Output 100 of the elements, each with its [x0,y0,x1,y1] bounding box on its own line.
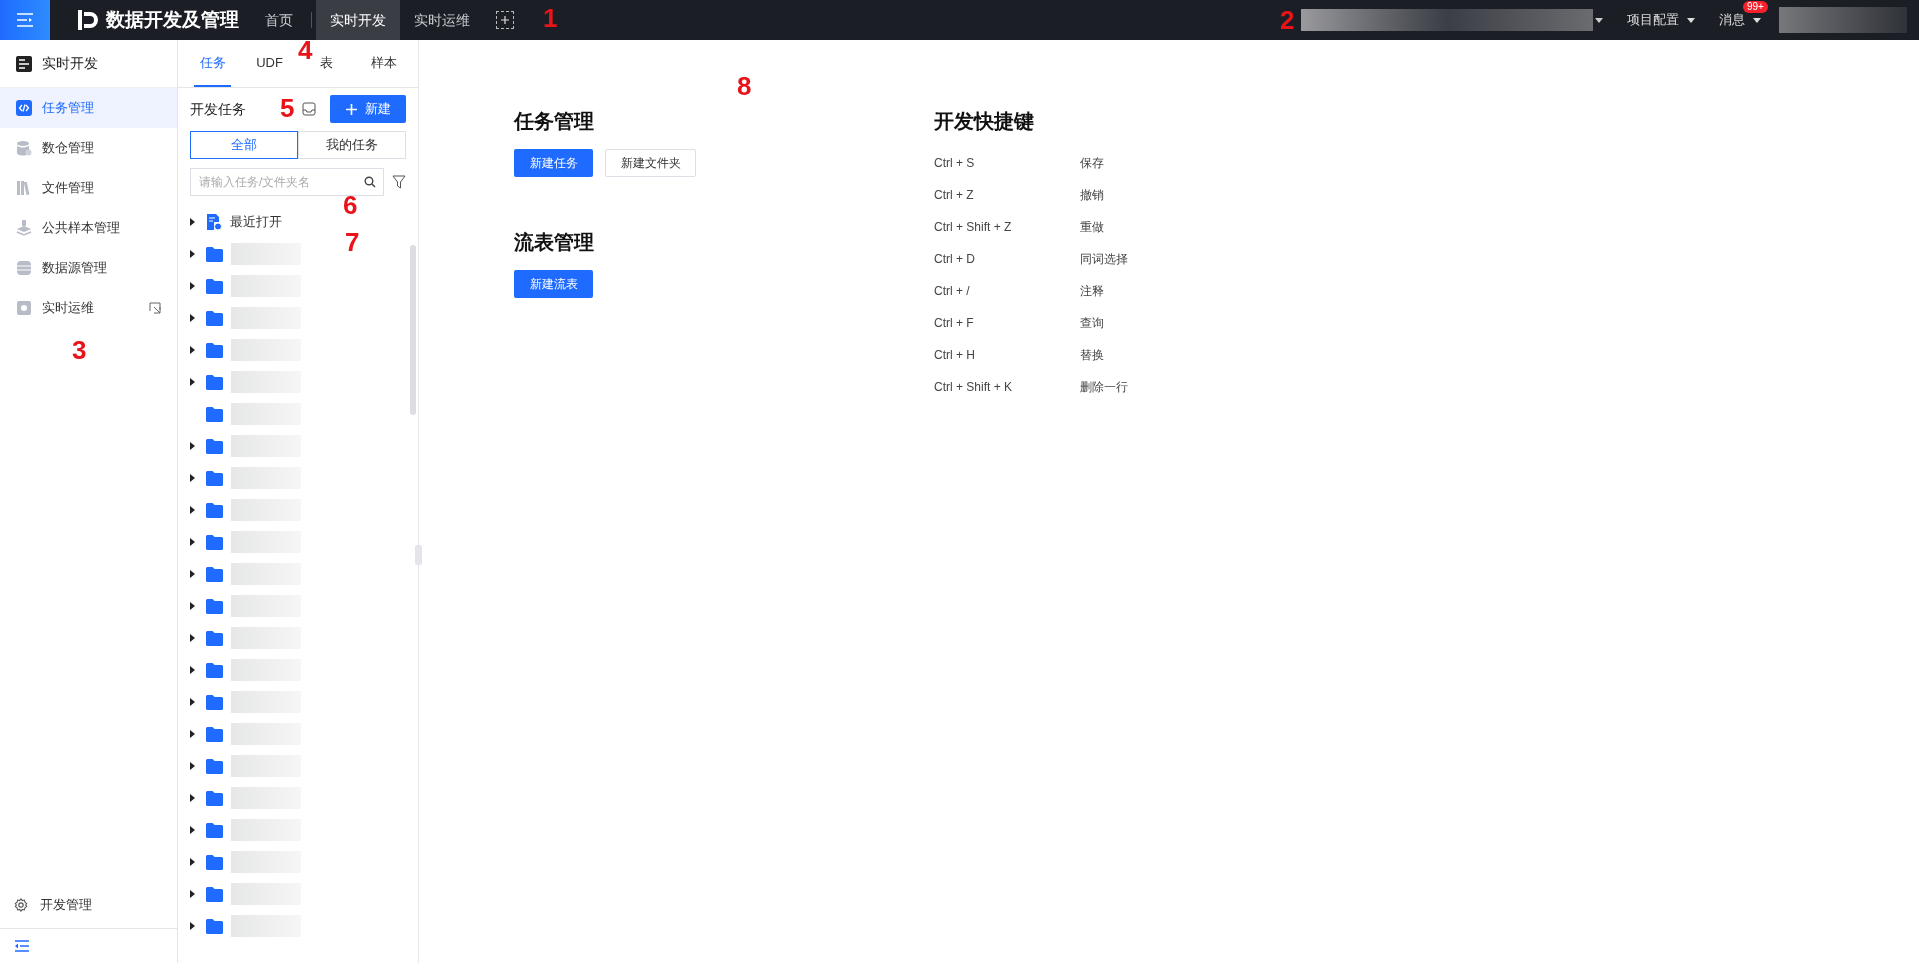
shortcut-keys: Ctrl + / [934,282,1080,300]
shortcut-keys: Ctrl + Shift + Z [934,218,1080,236]
redacted-block [231,499,301,521]
monitor-icon [16,300,32,316]
folder-icon [206,374,223,390]
inbox-icon[interactable] [302,102,316,116]
scope-toggle[interactable]: 全部 [190,131,298,159]
action-button[interactable]: 新建流表 [514,270,593,298]
panel-tab[interactable]: 样本 [365,40,402,87]
folder-icon [206,854,223,870]
redacted-block [231,435,301,457]
database-icon [16,260,32,276]
redacted-block [231,371,301,393]
nav-tab[interactable]: 实时运维 [400,0,484,40]
project-config-menu[interactable]: 项目配置 [1627,10,1695,30]
annotation-number: 8 [737,70,752,102]
notification-badge: 99+ [1743,1,1768,13]
caret-icon [1753,17,1761,23]
folder-icon [206,246,223,262]
messages-menu[interactable]: 消息 [1719,13,1761,27]
shortcut-keys: Ctrl + Z [934,186,1080,204]
annotation-number: 3 [72,334,87,366]
sidebar-item[interactable]: 实时运维 [0,288,177,328]
sidebar-item[interactable]: 数仓管理 [0,128,177,168]
add-tab-button[interactable] [496,11,514,29]
menu-button[interactable] [0,0,50,40]
folder-icon [206,918,223,934]
redacted-block [231,723,301,745]
folder-icon [206,822,223,838]
settings-icon [14,897,28,912]
annotation-number: 5 [280,92,295,124]
action-button[interactable]: 新建文件夹 [605,149,696,177]
folder-icon [206,758,223,774]
new-button[interactable]: 新建 [330,95,406,123]
redacted-block [231,851,301,873]
redacted-block [231,595,301,617]
sidebar-item[interactable]: 开发管理 [0,881,177,929]
shortcut-keys: Ctrl + D [934,250,1080,268]
redacted-block [231,691,301,713]
folder-icon [206,726,223,742]
sidebar-title: 实时开发 [42,54,98,73]
redacted-block [231,531,301,553]
folder-icon [206,566,223,582]
sidebar-item[interactable]: 任务管理 [0,88,177,128]
shortcut-keys: Ctrl + Shift + K [934,378,1080,396]
redacted-block [231,883,301,905]
shortcut-action: 重做 [1080,219,1104,236]
shortcut-action: 保存 [1080,155,1104,172]
folder-icon [206,534,223,550]
shortcut-keys: Ctrl + S [934,154,1080,172]
collapse-icon [14,940,30,952]
filter-icon[interactable] [392,175,406,189]
sidebar-item[interactable]: 公共样本管理 [0,208,177,248]
annotation-number: 7 [345,226,360,258]
folder-icon [206,342,223,358]
annotation-number: 1 [543,2,558,34]
redacted-block [231,627,301,649]
redacted-block [231,819,301,841]
caret-icon [1687,17,1695,23]
folder-icon [206,790,223,806]
menu-icon [16,13,34,27]
document-icon [206,213,222,231]
app-title: 数据开发及管理 [106,7,239,32]
search-field[interactable]: 请输入任务/文件夹名 [190,168,384,196]
section-heading: 流表管理 [514,230,595,255]
scope-toggle[interactable]: 我的任务 [298,131,406,159]
redacted-block [231,787,301,809]
sidebar-item[interactable]: 文件管理 [0,168,177,208]
books-icon [16,180,32,196]
shortcut-keys: Ctrl + F [934,314,1080,332]
action-button[interactable]: 新建任务 [514,149,593,177]
plus-icon [345,103,357,115]
shortcut-action: 注释 [1080,283,1104,300]
redacted-block [231,339,301,361]
layers-icon [16,220,32,236]
redacted-block [231,755,301,777]
folder-icon [206,470,223,486]
section-heading: 开发快捷键 [934,109,1035,134]
annotation-number: 2 [1280,4,1295,36]
panel-tab[interactable]: UDF [251,40,288,87]
folder-icon [206,502,223,518]
resize-handle[interactable] [415,545,422,565]
panel-tab[interactable]: 任务 [194,40,231,87]
redacted-block [231,915,301,937]
sidebar-item[interactable]: 数据源管理 [0,248,177,288]
database-icon [16,140,32,156]
caret-icon [1595,17,1603,23]
folder-icon [206,630,223,646]
folder-icon [206,406,223,422]
shortcut-action: 替换 [1080,347,1104,364]
nav-tab[interactable]: 实时开发 [316,0,400,40]
folder-icon [206,438,223,454]
tree-item[interactable]: 最近打开 [190,206,282,238]
redacted-block [231,659,301,681]
redacted-block [231,467,301,489]
search-icon [364,176,376,188]
redacted-block [231,275,301,297]
folder-icon [206,278,223,294]
folder-icon [206,886,223,902]
folder-icon [206,310,223,326]
